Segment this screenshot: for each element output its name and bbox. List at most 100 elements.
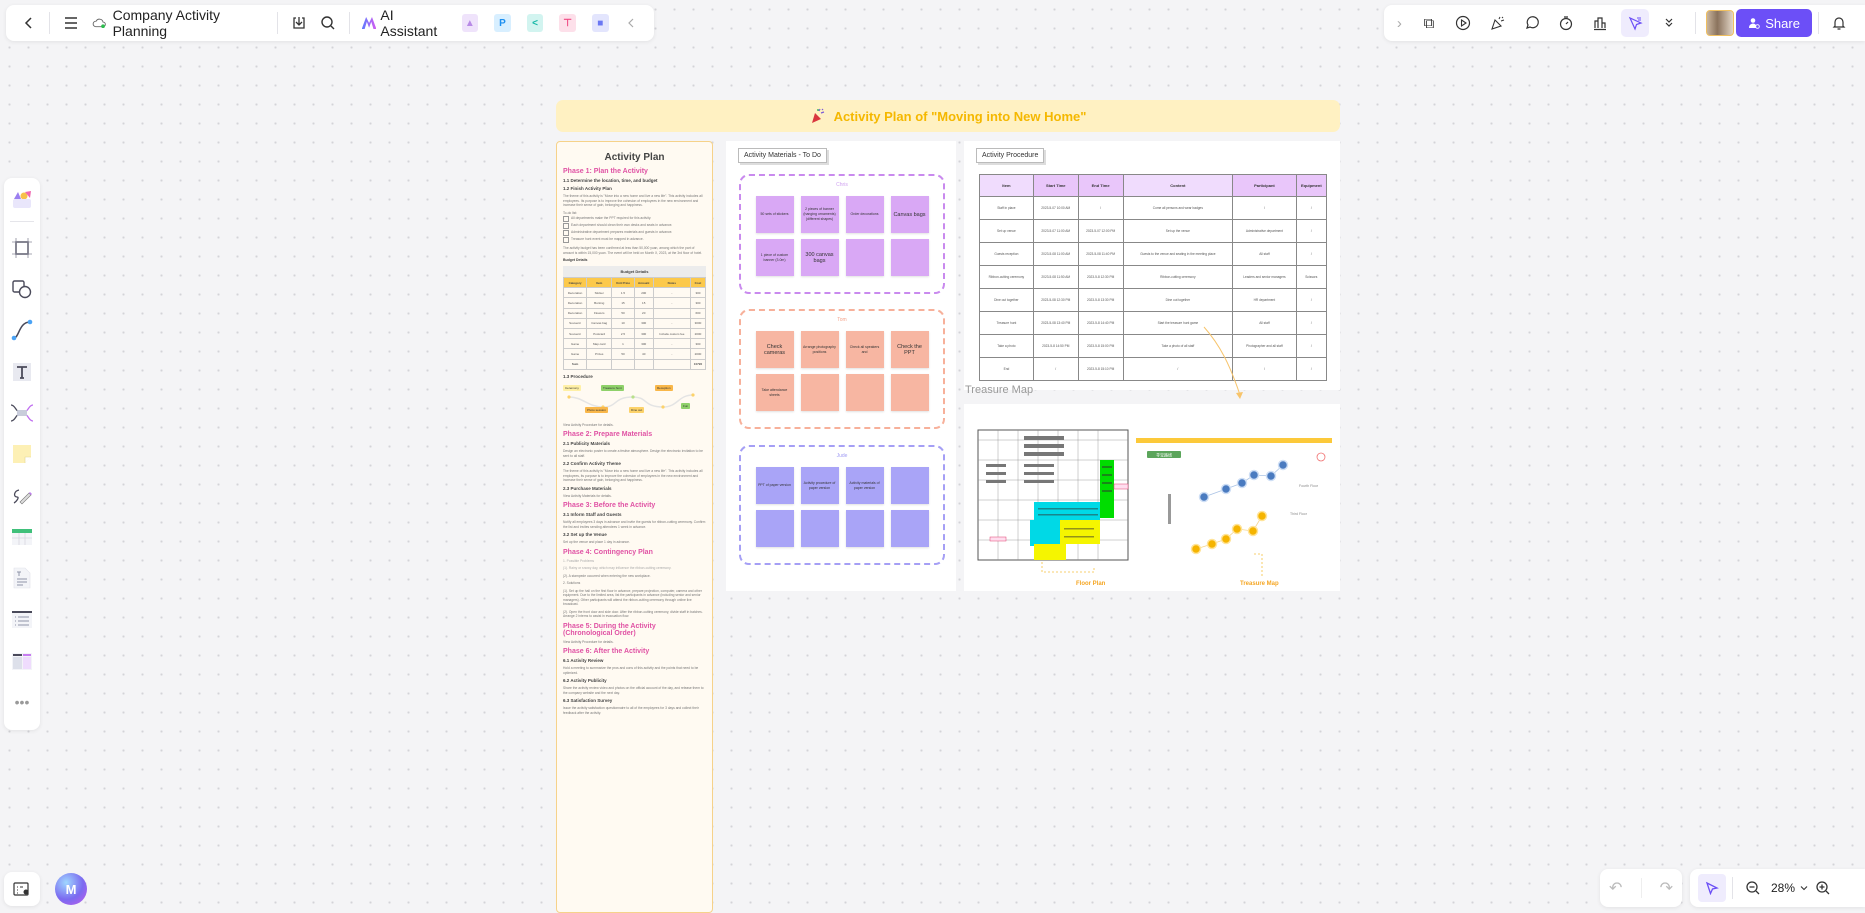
pen-tool[interactable] — [8, 482, 36, 509]
sticky-note[interactable] — [890, 510, 929, 547]
zoom-out-button[interactable] — [1739, 874, 1767, 902]
share-button[interactable]: Share — [1736, 9, 1812, 37]
procedure-row[interactable]: Staff in place 2023-5-07 10:00 AM / Come al… — [979, 196, 1328, 220]
zoom-in-button[interactable] — [1809, 874, 1837, 902]
materials-group-jude[interactable]: Jude PPT of paper version Activity procedu… — [739, 445, 945, 565]
procedure-cell: Dine out together — [979, 288, 1034, 312]
budget-cell: Souvenir — [562, 317, 588, 329]
table-tool[interactable] — [8, 523, 36, 550]
sticky-note[interactable] — [800, 374, 839, 411]
sticky-note[interactable]: 1 piece of custom banner (3.0m) — [755, 239, 794, 276]
templates-tool[interactable] — [8, 186, 36, 213]
sticky-note[interactable]: Check the PPT — [890, 331, 929, 368]
ai-image-app-button[interactable]: ▲ — [461, 14, 479, 32]
undo-button[interactable]: ↶ — [1609, 878, 1622, 898]
notifications-button[interactable] — [1825, 9, 1853, 37]
connector-tool[interactable] — [8, 317, 36, 344]
mindmap-tool[interactable] — [8, 400, 36, 427]
sticky-note[interactable]: Check cameras — [755, 331, 794, 368]
budget-row: Decoration Bunting 15 15-300 — [562, 297, 707, 309]
frame-tool[interactable] — [8, 234, 36, 261]
sticky-note[interactable] — [890, 374, 929, 411]
treasure-map-board[interactable]: 寻宝路线 Fourth Floor Third Floor Floor Plan… — [964, 404, 1340, 591]
procedure-cell: 2023-5-8 15:10 PM — [1077, 357, 1124, 381]
sticky-note[interactable] — [755, 510, 794, 547]
procedure-cell: 2023-5-8 15:00 PM — [1077, 334, 1124, 358]
procedure-cell: / — [1295, 311, 1328, 335]
expand-toolbar-button[interactable]: › — [1390, 9, 1409, 37]
mindmap-app-button[interactable]: < — [526, 14, 544, 32]
sticky-note[interactable] — [845, 374, 884, 411]
collapse-apps-button[interactable] — [617, 9, 646, 37]
sticky-note[interactable] — [845, 239, 884, 276]
sticky-note[interactable] — [800, 510, 839, 547]
text-tool[interactable] — [8, 358, 36, 385]
procedure-cell: Ribbon-cutting ceremony — [1122, 265, 1234, 289]
connector-arrow[interactable] — [1200, 325, 1250, 405]
checklist-item[interactable]: Administrative department prepares mater… — [563, 230, 706, 236]
select-tool-button[interactable] — [1698, 874, 1726, 902]
procedure-row[interactable]: Dine out together 2023-5-08 12:30 PM 2023-… — [979, 288, 1328, 312]
sticky-note[interactable]: 50 sets of stickers — [755, 196, 794, 233]
procedure-row[interactable]: Guests reception 2023-5-08 11:00 AM 2023-5… — [979, 242, 1328, 266]
procedure-row[interactable]: Set up venue 2023-5-07 11:00 AM 2023-5-07 … — [979, 219, 1328, 243]
activity-procedure-board[interactable]: Activity Procedure Item Start Time End Tim… — [964, 141, 1340, 390]
sticky-note[interactable]: Order decorations — [845, 196, 884, 233]
user-avatar[interactable] — [1706, 10, 1735, 36]
sticky-note-tool[interactable] — [8, 441, 36, 468]
sticky-note[interactable]: Canvas bags — [890, 196, 929, 233]
present-button[interactable] — [1449, 9, 1477, 37]
ai-assistant-orb[interactable]: M — [55, 873, 87, 905]
chevron-down-icon[interactable] — [1799, 883, 1809, 893]
sticky-note[interactable]: PPT of paper version — [755, 467, 794, 504]
sticky-note[interactable]: Check all speakers and — [845, 331, 884, 368]
sticky-note[interactable]: Activity procedure of paper version — [800, 467, 839, 504]
materials-group-chris[interactable]: Chris 50 sets of stickers 2 pieces of bann… — [739, 174, 945, 294]
menu-button[interactable] — [56, 9, 85, 37]
sticky-note[interactable]: Arrange photography positions — [800, 331, 839, 368]
procedure-row[interactable]: Treasure hunt 2023-5-08 13:40 PM 2023-5-8 … — [979, 311, 1328, 335]
layout-tool[interactable] — [8, 647, 36, 674]
sticky-note[interactable] — [845, 510, 884, 547]
vote-button[interactable] — [1586, 9, 1614, 37]
presentation-app-button[interactable]: P — [494, 14, 511, 32]
sticky-note[interactable]: 2 pieces of banner (hanging ornaments) (… — [800, 196, 839, 233]
procedure-row[interactable]: End/2023-5-8 15:10 PM / / / — [979, 357, 1328, 381]
zoom-level[interactable]: 28% — [1767, 881, 1799, 895]
timer-button[interactable] — [1552, 9, 1580, 37]
document-tool[interactable] — [8, 565, 36, 592]
sticky-note[interactable]: 300 canvas bags — [800, 239, 839, 276]
checklist-item[interactable]: All departments make the PPT required fo… — [563, 216, 706, 222]
checklist-item[interactable]: Treasure hunt event must be mapped in ad… — [563, 237, 706, 243]
activity-plan-banner[interactable]: Activity Plan of "Moving into New Home" — [556, 100, 1340, 132]
document-title[interactable]: Company Activity Planning — [86, 7, 271, 39]
template-button[interactable]: ⧉ — [1415, 9, 1443, 37]
materials-group-tom[interactable]: Tom Check cameras Arrange photography posi… — [739, 309, 945, 429]
flowchart-app-button[interactable]: ⊤ — [559, 14, 576, 32]
shapes-tool[interactable] — [8, 276, 36, 303]
list-tool[interactable] — [8, 606, 36, 633]
more-tools-button[interactable]: ••• — [8, 689, 36, 716]
sticky-note[interactable] — [890, 467, 929, 504]
search-button[interactable] — [313, 9, 342, 37]
celebrate-button[interactable] — [1483, 9, 1511, 37]
redo-button[interactable]: ↷ — [1660, 878, 1673, 898]
laser-pointer-button[interactable] — [1620, 9, 1649, 37]
chat-app-button[interactable]: ■ — [591, 14, 609, 32]
procedure-label: Activity Procedure — [976, 148, 1045, 163]
outline-panel-button[interactable] — [4, 872, 40, 906]
comment-button[interactable] — [1518, 9, 1546, 37]
budget-cell: 15 — [633, 297, 654, 309]
back-button[interactable] — [14, 9, 43, 37]
sticky-note[interactable]: Activity materials of paper version — [845, 467, 884, 504]
ai-assistant-button[interactable]: AI Assistant — [356, 7, 454, 39]
sticky-note[interactable] — [890, 239, 929, 276]
checklist-item[interactable]: Each department should clean their own d… — [563, 223, 706, 229]
activity-plan-document[interactable]: Activity Plan Phase 1: Plan the Activity… — [556, 141, 713, 913]
more-tools-button[interactable] — [1655, 9, 1683, 37]
activity-materials-board[interactable]: Activity Materials - To Do Chris 50 sets … — [726, 141, 956, 591]
procedure-row[interactable]: Ribbon-cutting ceremony 2023-5-08 11:50 A… — [979, 265, 1328, 289]
procedure-row[interactable]: Take a photo 2023-5-8 14:50 PM 2023-5-8 15… — [979, 334, 1328, 358]
download-button[interactable] — [284, 9, 313, 37]
sticky-note[interactable]: Take attendance sheets — [755, 374, 794, 411]
